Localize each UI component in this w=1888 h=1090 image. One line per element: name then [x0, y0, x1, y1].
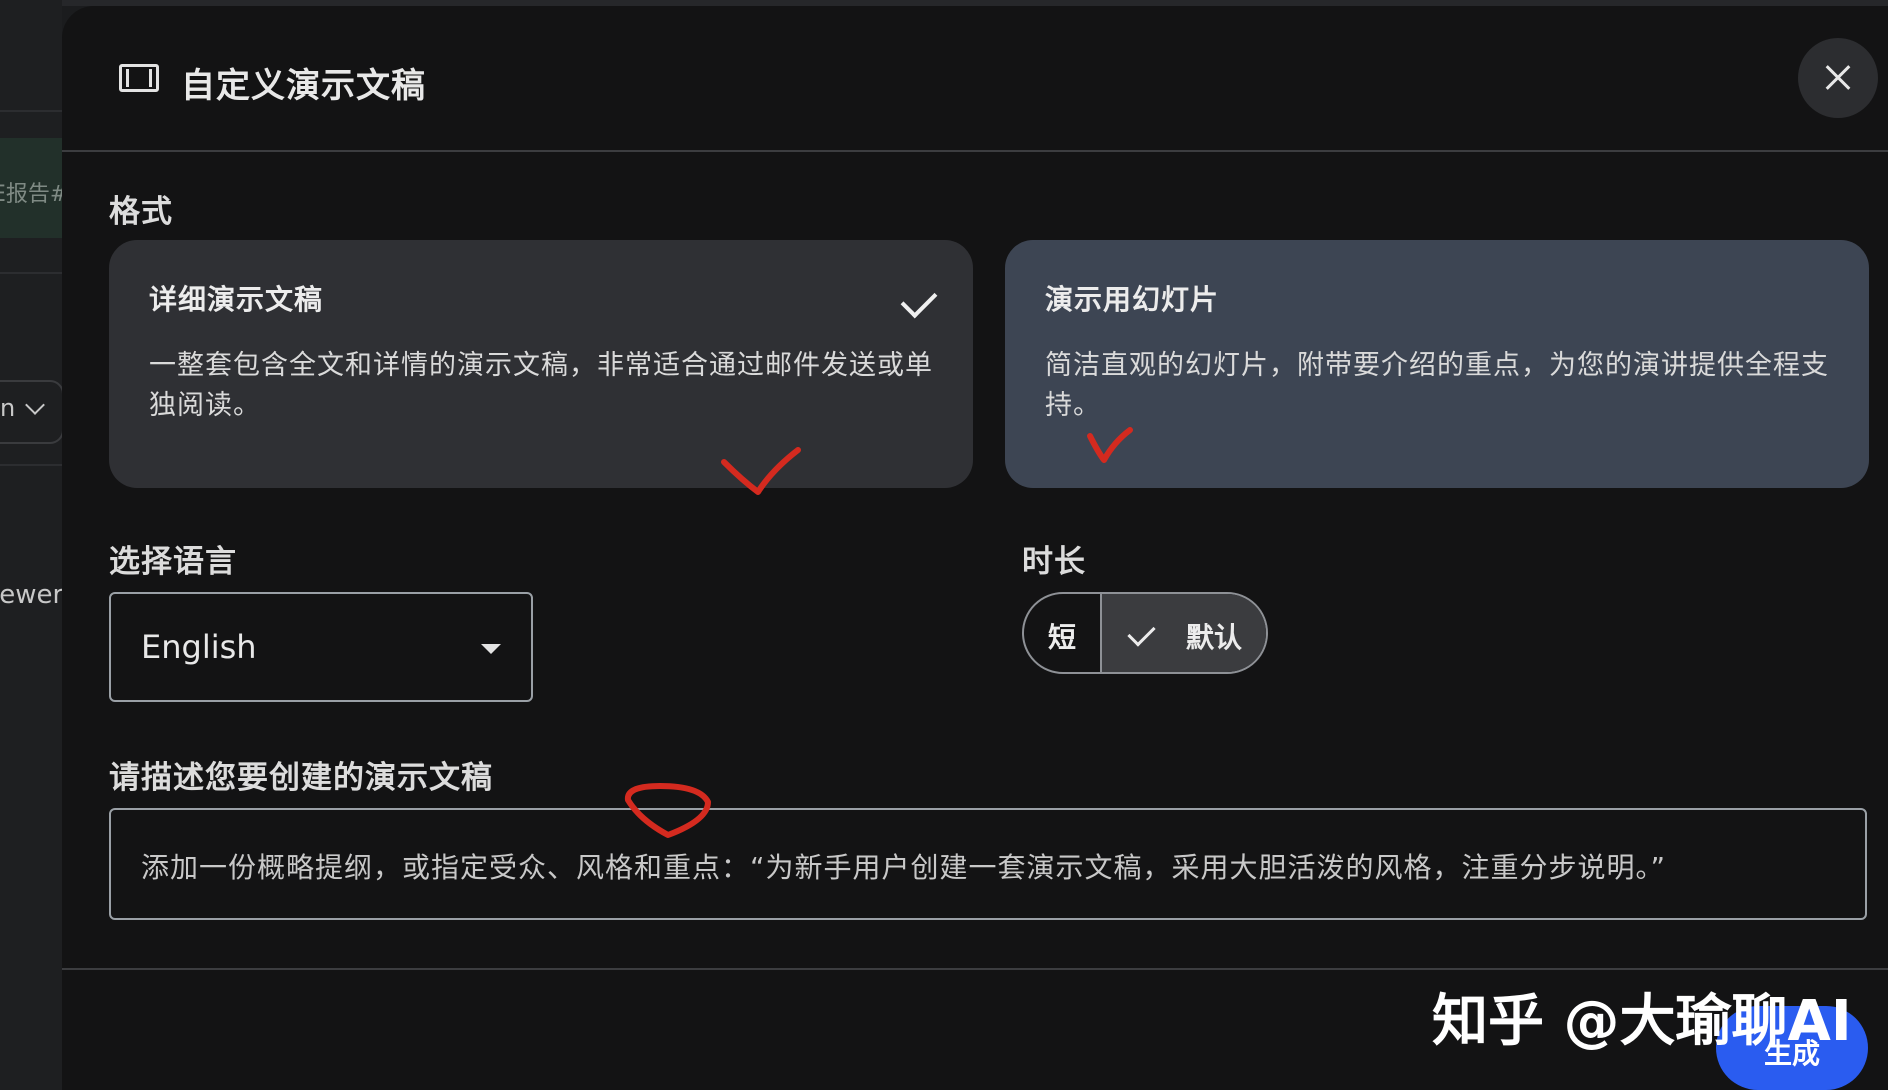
format-option-description: 一整套包含全文和详情的演示文稿，非常适合通过邮件发送或单独阅读。 [149, 350, 933, 421]
duration-option-short[interactable]: 短 [1024, 594, 1102, 672]
format-option-slides[interactable]: 演示用幻灯片 简洁直观的幻灯片，附带要介绍的重点，为您的演讲提供全程支持。 [1005, 240, 1869, 488]
language-label: 选择语言 [109, 544, 237, 580]
dialog-header: 自定义演示文稿 [62, 6, 1888, 152]
description-input[interactable]: 添加一份概略提纲，或指定受众、风格和重点：“为新手用户创建一套演示文稿，采用大胆… [109, 808, 1867, 920]
format-option-detailed[interactable]: 详细演示文稿 一整套包含全文和详情的演示文稿，非常适合通过邮件发送或单独阅读。 [109, 240, 973, 488]
duration-segmented-control: 短 默认 [1022, 592, 1268, 674]
format-option-title: 详细演示文稿 [149, 283, 324, 316]
background-chip-text: E报告# [0, 182, 62, 207]
watermark: 知乎 @大瑜聊AI [1432, 989, 1852, 1054]
background-app-panel: E报告# n iewer [0, 0, 62, 1090]
close-icon[interactable] [1798, 38, 1878, 118]
slides-icon [119, 64, 159, 92]
dropdown-caret-icon [481, 644, 501, 654]
duration-option-default[interactable]: 默认 [1102, 594, 1266, 672]
footer-divider [62, 968, 1888, 970]
language-select-value: English [141, 628, 257, 666]
divider [0, 110, 62, 112]
duration-option-label: 默认 [1186, 621, 1243, 654]
divider [0, 272, 62, 274]
description-label: 请描述您要创建的演示文稿 [109, 760, 493, 796]
duration-option-label: 短 [1048, 621, 1077, 654]
language-select[interactable]: English [109, 592, 533, 702]
dialog-title: 自定义演示文稿 [181, 66, 426, 106]
customize-presentation-dialog: 自定义演示文稿 格式 详细演示文稿 一整套包含全文和详情的演示文稿，非常适合通过… [62, 6, 1888, 1090]
duration-label: 时长 [1022, 544, 1086, 580]
divider [0, 464, 62, 466]
background-select-text: n [0, 394, 16, 422]
background-viewer-text: iewer [0, 580, 62, 610]
check-icon [1127, 618, 1156, 647]
format-option-description: 简洁直观的幻灯片，附带要介绍的重点，为您的演讲提供全程支持。 [1045, 350, 1829, 421]
format-label: 格式 [109, 194, 173, 230]
format-option-title: 演示用幻灯片 [1045, 283, 1220, 316]
description-placeholder: 添加一份概略提纲，或指定受众、风格和重点：“为新手用户创建一套演示文稿，采用大胆… [141, 851, 1667, 884]
